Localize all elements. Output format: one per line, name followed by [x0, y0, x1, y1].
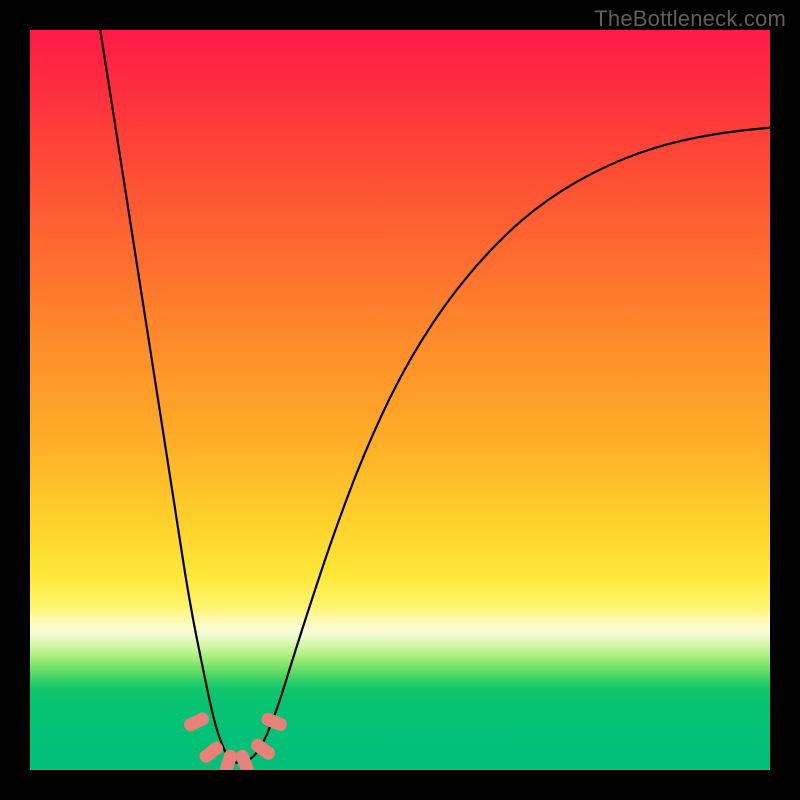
watermark-text: TheBottleneck.com [594, 6, 786, 32]
plot-area [30, 30, 770, 770]
curve-marker [249, 736, 278, 762]
curve-marker [234, 748, 255, 770]
marker-layer [30, 30, 770, 770]
curve-marker [182, 710, 211, 733]
curve-marker [197, 739, 225, 765]
chart-frame: TheBottleneck.com [0, 0, 800, 800]
curve-marker [260, 711, 289, 733]
